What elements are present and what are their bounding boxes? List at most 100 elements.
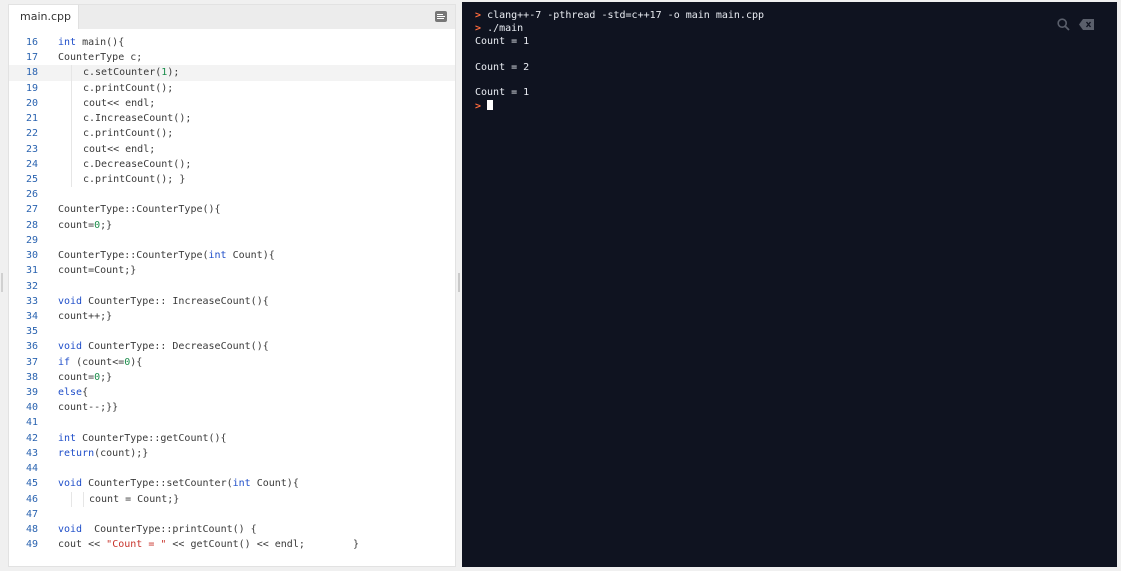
prompt-icon: > <box>475 101 482 113</box>
menu-icon[interactable] <box>435 11 447 22</box>
code-line[interactable]: 16 int main(){ <box>9 35 455 50</box>
indent-guide <box>71 80 72 96</box>
token: c.printCount(); <box>83 128 174 140</box>
code-text: c.IncreaseCount(); <box>83 111 191 126</box>
code-text: CounterType::CounterType(int Count){ <box>58 248 275 263</box>
token: count=Count;} <box>58 265 137 277</box>
line-number: 21 <box>25 113 38 125</box>
code-line[interactable]: 21 c.IncreaseCount(); <box>9 111 455 127</box>
code-text: int main(){ <box>58 35 124 50</box>
code-text: count = Count;} <box>89 492 179 507</box>
token-kw: int <box>58 37 77 48</box>
code-line[interactable]: 43 return(count);} <box>9 446 455 461</box>
token: (count<= <box>70 356 125 368</box>
code-line[interactable]: 41 <box>9 415 455 430</box>
code-line[interactable]: 30 CounterType::CounterType(int Count){ <box>9 248 455 263</box>
line-number: 25 <box>25 173 38 185</box>
code-line[interactable]: 29 <box>9 233 455 248</box>
code-line[interactable]: 18 c.setCounter(1); <box>9 65 455 81</box>
line-number: 48 <box>25 524 38 535</box>
token: c.setCounter( <box>83 67 162 79</box>
line-number: 30 <box>25 250 38 262</box>
token: Count){ <box>250 478 299 490</box>
code-line[interactable]: 36 void CounterType:: DecreaseCount(){ <box>9 339 455 354</box>
code-line[interactable]: 20 cout<< endl; <box>9 95 455 112</box>
code-line[interactable]: 42 int CounterType::getCount(){ <box>9 431 455 446</box>
code-text: int CounterType::getCount(){ <box>58 431 227 446</box>
token: cout<< endl; <box>83 97 156 109</box>
code-line[interactable]: 35 <box>9 324 455 339</box>
terminal-line: Count = 1 <box>475 36 764 49</box>
terminal-text: clang++-7 -pthread -std=c++17 -o main ma… <box>487 10 765 21</box>
code-line[interactable]: 48 void CounterType::printCount() { <box>9 522 455 537</box>
prompt-icon: > <box>475 10 482 21</box>
code-text: c.printCount(); } <box>83 172 185 187</box>
code-text: count--;}} <box>58 400 118 415</box>
token: Count){ <box>226 250 275 262</box>
line-number: 37 <box>25 356 38 368</box>
code-line[interactable]: 31 count=Count;} <box>9 263 455 278</box>
line-number: 23 <box>25 143 38 155</box>
code-line[interactable]: 26 <box>9 187 455 202</box>
line-number: 43 <box>25 447 38 459</box>
line-number: 18 <box>25 67 38 79</box>
editor-tabbar: main.cpp <box>9 5 455 29</box>
indent-guide <box>71 156 72 172</box>
code-text: count=0;} <box>58 370 112 385</box>
code-line[interactable]: 32 <box>9 279 455 294</box>
code-line[interactable]: 47 <box>9 507 455 522</box>
code-line[interactable]: 34 count++;} <box>9 309 455 324</box>
code-editor[interactable]: 16 int main(){17 CounterType c; 18 c.setCoun… <box>9 35 455 552</box>
tab-main-cpp[interactable]: main.cpp <box>9 5 79 29</box>
line-number: 49 <box>25 539 38 551</box>
token-kw: int <box>58 432 77 444</box>
search-icon[interactable] <box>1057 18 1070 31</box>
token: CounterType:: DecreaseCount(){ <box>82 341 269 353</box>
code-line[interactable]: 22 c.printCount(); <box>9 126 455 142</box>
token: ){ <box>130 356 143 368</box>
code-text: c.printCount(); <box>83 81 173 96</box>
code-text: else{ <box>58 385 88 400</box>
code-line[interactable]: 45 void CounterType::setCounter(int Count… <box>9 476 455 491</box>
code-line[interactable]: 25 c.printCount(); } <box>9 171 455 188</box>
code-line[interactable]: 37 if (count<=0){ <box>9 355 455 370</box>
code-line[interactable]: 19 c.printCount(); <box>9 80 455 96</box>
line-number: 42 <box>25 432 38 444</box>
code-line[interactable]: 38 count=0;} <box>9 370 455 385</box>
line-number: 36 <box>25 341 38 353</box>
token-kw: int <box>232 478 251 490</box>
token: count= <box>58 371 95 383</box>
line-number: 40 <box>25 402 38 414</box>
clear-icon[interactable] <box>1079 19 1094 30</box>
left-edge-handle[interactable] <box>1 273 3 292</box>
code-text: void CounterType::setCounter(int Count){ <box>58 476 299 491</box>
code-line[interactable]: 44 <box>9 461 455 476</box>
terminal-text: Count = 1 <box>475 35 530 47</box>
line-number: 16 <box>25 37 38 48</box>
code-line[interactable]: 46 count = Count;} <box>9 491 455 507</box>
indent-guide <box>71 126 72 142</box>
code-line[interactable]: 49 cout << "Count = " << getCount() << en… <box>9 537 455 552</box>
code-line[interactable]: 33 void CounterType:: IncreaseCount(){ <box>9 294 455 309</box>
token-kw: void <box>58 478 83 490</box>
code-text: cout<< endl; <box>83 96 155 111</box>
code-line[interactable]: 39 else{ <box>9 385 455 400</box>
code-line[interactable]: 40 count--;}} <box>9 400 455 415</box>
code-text: c.DecreaseCount(); <box>83 157 191 172</box>
code-line[interactable]: 27 CounterType::CounterType(){ <box>9 202 455 217</box>
code-text: void CounterType:: IncreaseCount(){ <box>58 294 269 309</box>
line-number: 44 <box>25 463 38 475</box>
line-number: 34 <box>25 310 38 322</box>
prompt-icon: > <box>475 22 482 34</box>
code-line[interactable]: 17 CounterType c; <box>9 50 455 65</box>
token: c.printCount(); <box>83 82 174 94</box>
token-kw: void <box>58 341 83 353</box>
code-line[interactable]: 23 cout<< endl; <box>9 141 455 157</box>
terminal-text: Count = 1 <box>475 87 530 99</box>
token: CounterType::getCount(){ <box>76 432 227 444</box>
terminal-input-line[interactable]: > <box>475 100 764 113</box>
pane-splitter[interactable] <box>458 273 460 292</box>
code-line[interactable]: 24 c.DecreaseCount(); <box>9 156 455 172</box>
code-line[interactable]: 28 count=0;} <box>9 218 455 233</box>
terminal-pane[interactable]: > clang++-7 -pthread -std=c++17 -o main … <box>462 2 1117 567</box>
